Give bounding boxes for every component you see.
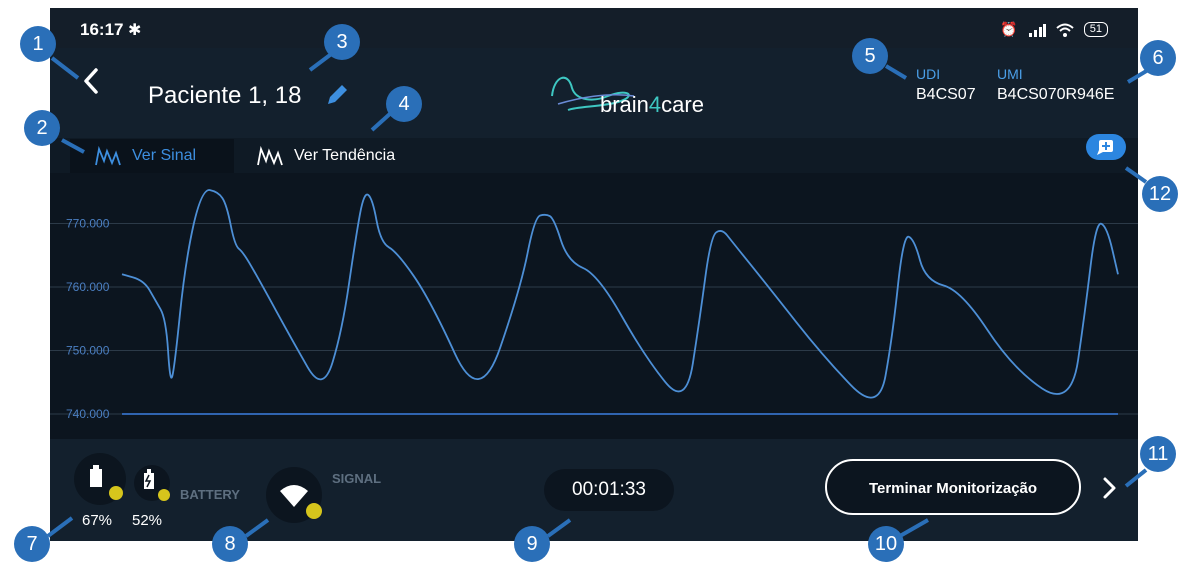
tab-label: Ver Tendência — [294, 147, 396, 164]
patient-name: Paciente 1, 18 — [148, 82, 302, 109]
edit-pencil-icon[interactable] — [324, 82, 350, 108]
waveform-icon — [257, 145, 283, 166]
status-icons: ⏰ 51 — [1000, 21, 1108, 38]
y-tick-label: 770.000 — [66, 216, 110, 230]
elapsed-timer: 00:01:33 — [544, 469, 674, 511]
logo-brain: brain — [600, 92, 649, 117]
chevron-right-icon — [1103, 477, 1116, 499]
end-monitoring-button[interactable]: Terminar Monitorização — [825, 459, 1081, 515]
callout-marker-6: 6 — [1140, 40, 1176, 76]
next-button[interactable] — [1100, 473, 1120, 510]
umi-label: UMI — [997, 66, 1023, 82]
signal-series-line — [121, 189, 1119, 399]
waveform-icon — [95, 145, 121, 166]
tab-ver-sinal[interactable]: Ver Sinal — [70, 139, 234, 173]
alarm-icon: ⏰ — [1000, 21, 1018, 37]
signal-chart: 770.000 760.000 750.000 740.000 — [50, 173, 1138, 439]
status-time: 16:17 — [80, 20, 124, 39]
callout-marker-3: 3 — [324, 24, 360, 60]
callout-marker-9: 9 — [514, 526, 550, 562]
chevron-left-icon — [84, 68, 98, 94]
callout-marker-4: 4 — [386, 86, 422, 122]
signal-label: SIGNAL — [332, 471, 382, 486]
add-comment-icon — [1097, 140, 1113, 155]
logo-text: brain4care — [600, 92, 704, 118]
y-tick-label: 760.000 — [66, 280, 110, 294]
callout-marker-7: 7 — [14, 526, 50, 562]
brain4care-logo: brain4care — [548, 66, 738, 124]
battery-label: BATTERY — [180, 487, 240, 502]
signal-chart-svg: 770.000 760.000 750.000 740.000 — [50, 189, 1138, 421]
logo-four: 4 — [648, 92, 662, 117]
battery-icon: 51 — [1083, 22, 1108, 37]
callout-marker-11: 11 — [1140, 436, 1176, 472]
tab-label: Ver Sinal — [132, 147, 197, 164]
battery-1-percent: 67% — [82, 512, 113, 529]
callout-marker-1: 1 — [20, 26, 56, 62]
udi-value: B4CS07 — [916, 86, 976, 103]
bottom-bar: BATTERY 67% 52% SIGNAL 00:01:33 Terminar… — [50, 439, 1138, 541]
add-annotation-button[interactable] — [1086, 134, 1126, 160]
umi-value: B4CS070R946E — [997, 86, 1115, 103]
battery-2-percent: 52% — [132, 512, 163, 529]
tab-ver-tendencia[interactable]: Ver Tendência — [256, 139, 395, 173]
callout-marker-5: 5 — [852, 38, 888, 74]
callout-marker-12: 12 — [1142, 176, 1178, 212]
back-button[interactable] — [78, 66, 104, 96]
status-bar: 16:17 ✱ ⏰ 51 — [50, 8, 1138, 48]
monitor-app: 16:17 ✱ ⏰ 51 Paciente 1, 18 brain4care U… — [50, 8, 1138, 541]
sensor-battery-icon — [134, 465, 170, 501]
bluetooth-icon: ✱ — [128, 22, 142, 39]
signal-icon — [266, 467, 322, 523]
y-tick-label: 750.000 — [66, 343, 110, 357]
wifi-icon — [1056, 23, 1074, 37]
logo-care: care — [661, 92, 704, 117]
y-tick-label: 740.000 — [66, 407, 110, 421]
signal-bars-icon — [1028, 23, 1046, 37]
udi-label: UDI — [916, 66, 941, 82]
header: Paciente 1, 18 brain4care UDI B4CS07 UMI… — [50, 48, 1138, 138]
callout-marker-8: 8 — [212, 526, 248, 562]
callout-marker-2: 2 — [24, 110, 60, 146]
callout-marker-10: 10 — [868, 526, 904, 562]
